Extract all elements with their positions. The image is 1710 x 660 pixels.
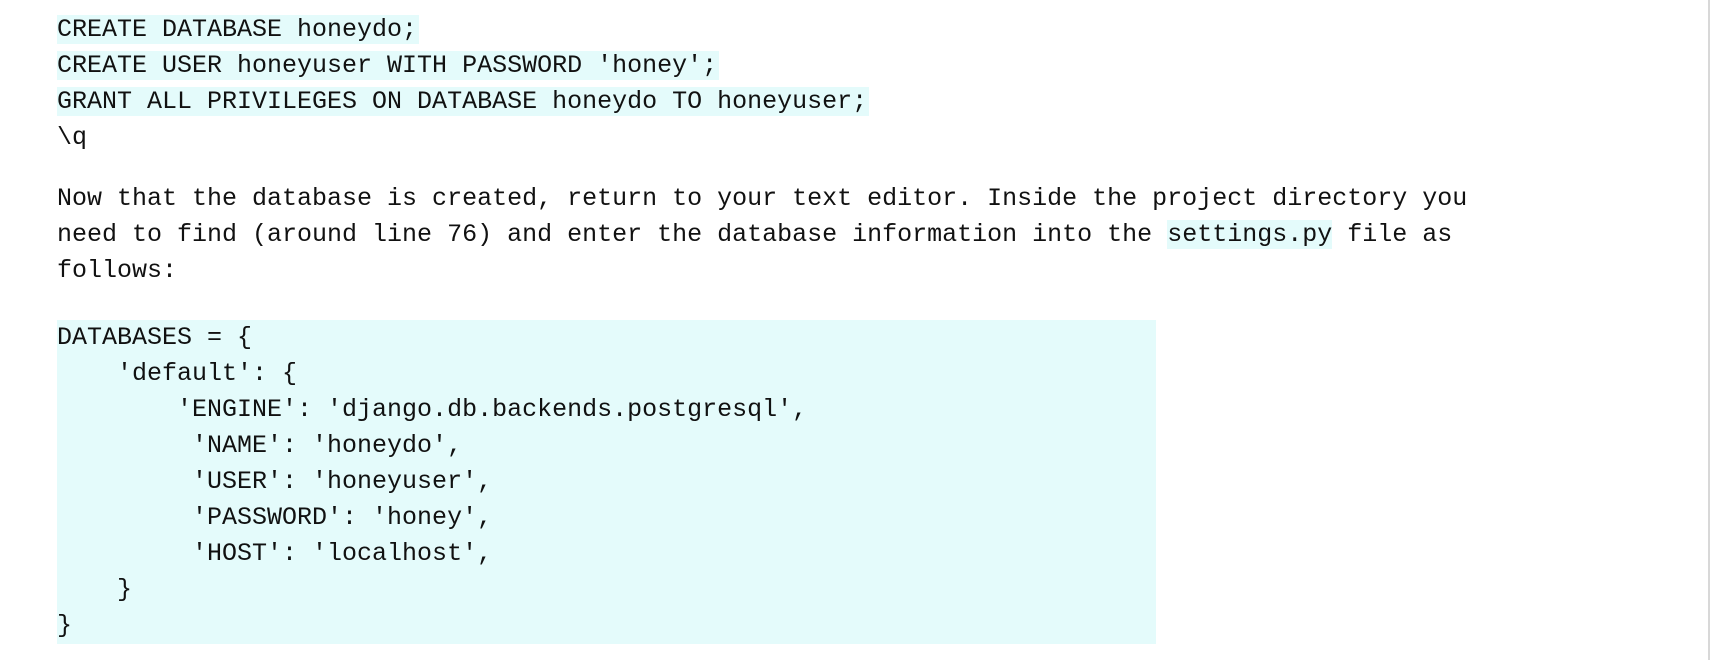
sql-line-text: GRANT ALL PRIVILEGES ON DATABASE honeydo…: [57, 87, 870, 116]
python-line: DATABASES = {: [57, 323, 253, 352]
paragraph-text: need to find (around line 76) and enter …: [57, 220, 1168, 249]
sql-line: CREATE USER honeyuser WITH PASSWORD 'hon…: [57, 48, 869, 84]
paragraph-line: Now that the database is created, return…: [57, 184, 1468, 213]
sql-line-text: CREATE DATABASE honeydo;: [57, 15, 420, 44]
paragraph-line: need to find (around line 76) and enter …: [57, 217, 1667, 253]
sql-code-block: CREATE DATABASE honeydo; CREATE USER hon…: [57, 12, 870, 156]
python-line: 'PASSWORD': 'honey',: [57, 503, 493, 532]
settings-file-code: settings.py: [1167, 220, 1333, 249]
sql-line: GRANT ALL PRIVILEGES ON DATABASE honeydo…: [57, 84, 870, 120]
sql-line: \q: [57, 120, 869, 156]
python-line: 'NAME': 'honeydo',: [57, 431, 463, 460]
python-line: 'USER': 'honeyuser',: [57, 467, 493, 496]
sql-line-text: CREATE USER honeyuser WITH PASSWORD 'hon…: [57, 51, 720, 80]
instruction-paragraph: Now that the database is created, return…: [57, 181, 1667, 289]
python-line: 'HOST': 'localhost',: [57, 539, 493, 568]
sql-line: CREATE DATABASE honeydo;: [57, 12, 869, 48]
python-line: }: [57, 611, 73, 640]
python-line: 'ENGINE': 'django.db.backends.postgresql…: [57, 395, 808, 424]
sql-line-text: \q: [57, 123, 88, 152]
paragraph-line: follows:: [57, 256, 178, 285]
python-line: 'default': {: [57, 359, 298, 388]
paragraph-text: file as: [1332, 220, 1453, 249]
python-line: }: [57, 575, 133, 604]
settings-code-block: DATABASES = { 'default': { 'ENGINE': 'dj…: [57, 320, 1156, 644]
